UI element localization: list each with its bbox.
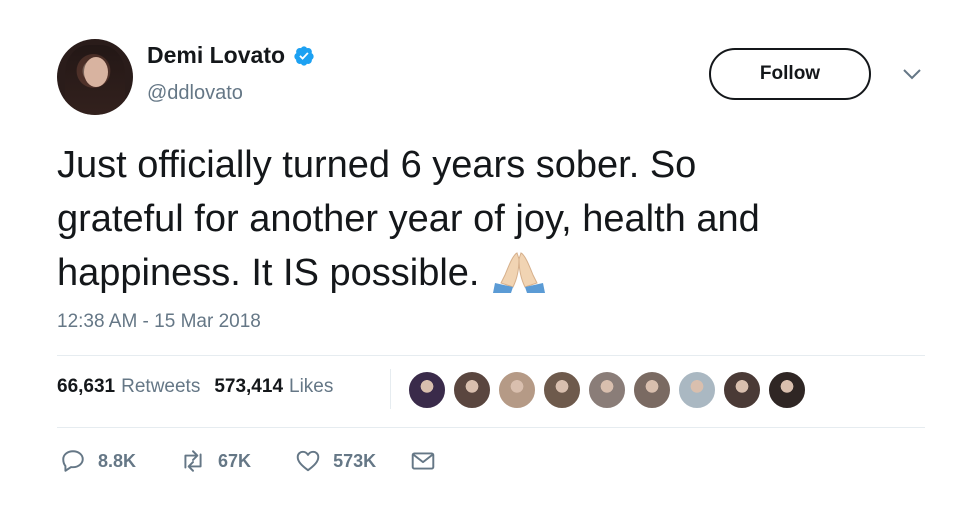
user-display-name[interactable]: Demi Lovato [147,42,285,69]
liker-avatar[interactable] [408,371,446,409]
user-handle[interactable]: @ddlovato [147,82,243,105]
tweet-line: grateful for another year of joy, health… [57,198,760,240]
retweet-button[interactable]: 67K [180,448,251,474]
envelope-icon [411,452,435,470]
direct-message-button[interactable] [410,448,436,474]
liker-avatar[interactable] [768,371,806,409]
likes-label: Likes [289,376,334,397]
divider [57,427,925,428]
liker-avatar[interactable] [723,371,761,409]
engagement-stats: 66,631 Retweets 573,414 Likes [57,376,333,398]
stats-separator [390,369,391,409]
retweets-label: Retweets [121,376,201,397]
tweet-line: Just officially turned 6 years sober. So [57,144,697,186]
chevron-down-icon[interactable] [902,68,922,82]
tweet-line: happiness. It IS possible. [57,252,480,294]
liker-avatar[interactable] [633,371,671,409]
like-button[interactable]: 573K [295,448,376,474]
user-name-row: Demi Lovato [147,42,315,69]
retweet-icon [184,450,202,472]
like-count: 573K [333,450,377,471]
liker-avatar[interactable] [498,371,536,409]
reply-icon [62,450,84,472]
likes-count: 573,414 [214,376,284,397]
follow-button[interactable]: Follow [709,48,871,100]
profile-avatar[interactable] [57,39,133,115]
tweet-text: Just officially turned 6 years sober. So… [57,138,917,300]
tweet-actions: 8.8K 67K 573K [60,448,436,474]
liker-avatar[interactable] [543,371,581,409]
avatar-face [84,57,108,87]
retweet-count: 67K [218,450,252,471]
reply-button[interactable]: 8.8K [60,448,136,474]
verified-badge-icon [294,45,314,66]
likes-stat[interactable]: 573,414 Likes [214,376,333,398]
liker-avatar[interactable] [588,371,626,409]
tweet-timestamp[interactable]: 12:38 AM - 15 Mar 2018 [57,311,261,333]
divider [57,355,925,356]
retweets-count: 66,631 [57,376,116,397]
liker-avatars [408,371,813,409]
liker-avatar[interactable] [453,371,491,409]
reply-count: 8.8K [98,450,137,471]
retweets-stat[interactable]: 66,631 Retweets [57,376,200,398]
folded-hands-emoji-icon [493,252,546,293]
tweet-line-last: happiness. It IS possible. [57,246,917,300]
liker-avatar[interactable] [678,371,716,409]
heart-icon [296,450,320,472]
